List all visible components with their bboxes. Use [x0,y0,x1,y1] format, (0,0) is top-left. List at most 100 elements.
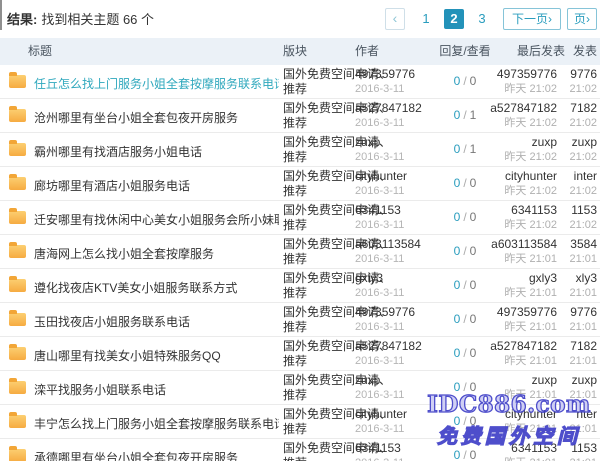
view-count: 0 [470,380,477,394]
post-date: 2016-3-11 [355,422,407,437]
last-post-user-link[interactable]: zuxp [504,135,557,150]
replies-views-separator: / [463,346,466,360]
author-link[interactable]: a603113584 [355,237,421,252]
last-post-time-partial: 21:01 [557,286,597,301]
last-post-user-partial: 1153 [557,203,597,218]
author-link[interactable]: zuxp [355,135,404,150]
header-title: 标题 [28,38,52,65]
replies-views-cell: 0/0 [425,312,505,326]
last-post-user-link[interactable]: zuxp [504,373,557,388]
view-count: 0 [470,312,477,326]
pagination-page-1[interactable]: 1 [416,9,436,29]
last-post-duplicate-strip: inter 21:02 [557,169,597,199]
post-date: 2016-3-11 [355,82,415,97]
author-link[interactable]: a527847182 [355,339,422,354]
author-link[interactable]: a527847182 [355,101,422,116]
last-post-user-partial: 3584 [557,237,597,252]
author-link[interactable]: cityhunter [355,169,407,184]
reply-count: 0 [454,278,461,292]
author-link[interactable]: 6341153 [355,441,404,456]
header-replies-views: 回复/查看 [425,38,505,65]
author-link[interactable]: gxly3 [355,271,404,286]
pagination: ‹ 123 下一页› 页› [385,7,597,31]
thread-title-link[interactable]: 唐海网上怎么找小姐全套按摩服务 [34,245,214,262]
thread-title-link[interactable]: 唐山哪里有找美女小姐特殊服务QQ [34,347,221,364]
last-post-user-link[interactable]: 6341153 [504,441,557,456]
last-post-time: 昨天 21:01 [490,354,557,369]
post-date: 2016-3-11 [355,286,404,301]
last-post-cell: zuxp 昨天 21:01 [504,373,557,403]
table-row: 迁安哪里有找休闲中心美女小姐服务会所小妹联系方式 国外免费空间申请、 推荐 63… [0,201,600,235]
last-post-user-link[interactable]: a527847182 [490,339,557,354]
thread-title-link[interactable]: 丰宁怎么找上门服务小姐全套按摩服务联系电话 [34,415,279,432]
last-post-user-link[interactable]: gxly3 [504,271,557,286]
pagination-page-2[interactable]: 2 [444,9,464,29]
header-forum: 版块 [283,38,307,65]
folder-icon [9,109,26,122]
last-post-time-partial: 21:02 [557,150,597,165]
last-post-user-link[interactable]: 497359776 [497,305,557,320]
last-post-user-link[interactable]: 497359776 [497,67,557,82]
author-cell: gxly3 2016-3-11 [355,271,404,301]
last-post-time-partial: 21:01 [557,252,597,267]
post-date: 2016-3-11 [355,388,404,403]
last-post-user-link[interactable]: 6341153 [504,203,557,218]
author-cell: cityhunter 2016-3-11 [355,407,407,437]
author-cell: zuxp 2016-3-11 [355,373,404,403]
replies-views-separator: / [463,312,466,326]
author-link[interactable]: cityhunter [355,407,407,422]
thread-title-link[interactable]: 廊坊哪里有酒店小姐服务电话 [34,177,190,194]
thread-title-link[interactable]: 遵化找夜店KTV美女小姐服务联系方式 [34,279,237,296]
folder-icon [9,211,26,224]
last-post-duplicate-strip: zuxp 21:02 [557,135,597,165]
forum-name-line2: 推荐 [283,116,307,130]
folder-icon [9,279,26,292]
view-count: 0 [470,346,477,360]
last-post-time-partial: 21:02 [557,184,597,199]
pagination-page-3[interactable]: 3 [472,9,492,29]
thread-title-link[interactable]: 玉田找夜店小姐服务联系电话 [34,313,190,330]
thread-title-link[interactable]: 任丘怎么找上门服务小姐全套按摩服务联系电话 [34,75,279,92]
last-post-user-link[interactable]: cityhunter [504,169,557,184]
reply-count: 0 [454,210,461,224]
author-link[interactable]: 497359776 [355,305,415,320]
last-post-user-partial: zuxp [557,135,597,150]
folder-icon [9,347,26,360]
last-post-user-partial: 7182 [557,339,597,354]
last-post-user-partial: nter [557,407,597,422]
last-post-cell: a527847182 昨天 21:01 [490,339,557,369]
replies-views-cell: 0/1 [425,142,505,156]
author-link[interactable]: 497359776 [355,67,415,82]
last-post-user-link[interactable]: a527847182 [490,101,557,116]
forum-name-line2: 推荐 [283,286,307,300]
thread-title-link[interactable]: 沧州哪里有坐台小姐全套包夜开房服务 [34,109,238,126]
forum-name-line2: 推荐 [283,218,307,232]
last-post-time-partial: 21:01 [557,388,597,403]
reply-count: 0 [454,176,461,190]
replies-views-separator: / [463,278,466,292]
last-post-user-partial: 9776 [557,305,597,320]
last-post-cell: zuxp 昨天 21:02 [504,135,557,165]
replies-views-cell: 0/0 [425,210,505,224]
table-row: 丰宁怎么找上门服务小姐全套按摩服务联系电话 国外免费空间申请、 推荐 cityh… [0,405,600,439]
thread-title-link[interactable]: 迁安哪里有找休闲中心美女小姐服务会所小妹联系方式 [34,211,279,228]
last-post-cell: 497359776 昨天 21:01 [497,305,557,335]
thread-title-link[interactable]: 霸州哪里有找酒店服务小姐电话 [34,143,202,160]
reply-count: 0 [454,74,461,88]
header-last-post: 最后发表 [517,38,565,65]
pagination-next-button[interactable]: 下一页› [503,8,561,30]
last-post-time-partial: 21:02 [557,218,597,233]
search-results-page: 结果:找到相关主题 66 个 ‹ 123 下一页› 页› 标题 版块 作者 回复… [0,0,600,461]
author-link[interactable]: zuxp [355,373,404,388]
folder-icon [9,415,26,428]
pagination-partial-button[interactable]: 页› [567,8,597,30]
last-post-user-link[interactable]: a603113584 [491,237,557,252]
thread-title-link[interactable]: 承德哪里有坐台小姐全套包夜开房服务 [34,449,238,461]
last-post-user-link[interactable]: cityhunter [504,407,557,422]
author-link[interactable]: 6341153 [355,203,404,218]
pagination-prev-icon[interactable]: ‹ [385,8,405,30]
last-post-duplicate-strip: xly3 21:01 [557,271,597,301]
reply-count: 0 [454,312,461,326]
replies-views-separator: / [463,448,466,461]
thread-title-link[interactable]: 滦平找服务小姐联系电话 [34,381,166,398]
